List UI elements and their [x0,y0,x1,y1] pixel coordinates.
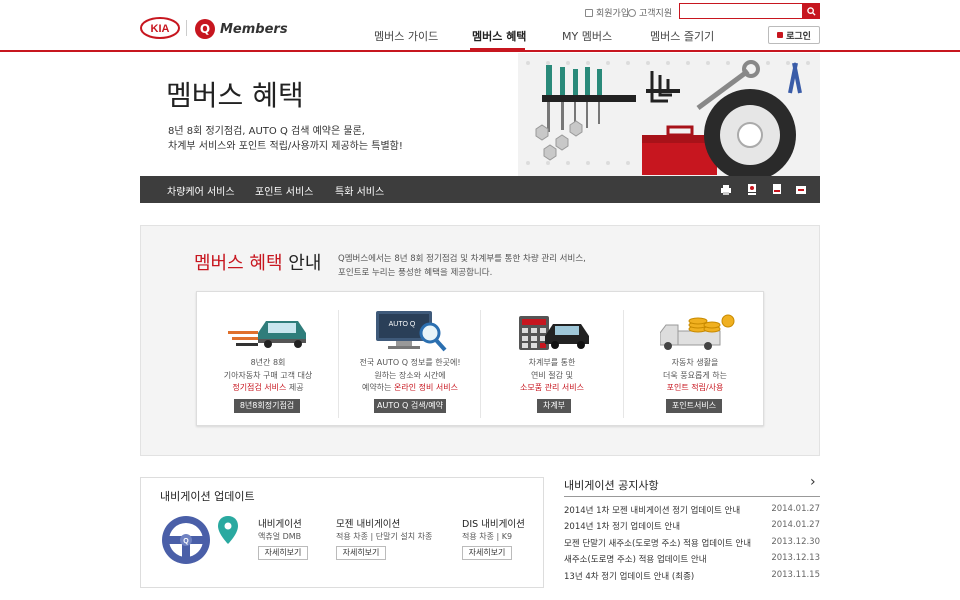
hero-tools-illustration [518,53,820,176]
calculator-car-icon [519,316,589,350]
hero-description-2: 차계부 서비스와 포인트 적립/사용까지 제공하는 특별함! [168,141,403,152]
point-service-button[interactable]: 포인트서비스 [666,399,722,413]
sub-navigation-bar [140,176,820,203]
nav-my-members[interactable]: MY 멤버스 [562,28,612,44]
navi-col-sub-3: 적용 차종 | K9 [462,532,513,541]
truck-coins-icon [660,314,735,350]
q-logo-icon[interactable]: Q [195,19,215,39]
navi-col-title-1: 내비게이션 [258,519,302,530]
support-link[interactable]: 고객지원 [628,6,672,19]
chevron-right-icon[interactable]: › [810,474,816,490]
card-logbook-text: 차계부를 통한 연비 절감 및 소모품 관리 서비스 [520,358,584,392]
nav-active-indicator [470,48,525,52]
navi-col-title-3: DIS 내비게이션 [462,519,525,530]
benefit-guide-desc-2: 포인트로 누리는 풍성한 혜택을 제공합니다. [338,268,493,278]
logo-divider [186,20,187,36]
monitor-search-icon: AUTO Q [376,311,447,352]
benefit-guide-title: 멤버스 혜택 안내 [194,253,322,274]
navi-detail-button-1[interactable]: 자세히보기 [258,546,308,560]
svg-text:AUTO Q: AUTO Q [389,321,416,328]
login-button[interactable]: 로그인 [768,26,820,44]
search-icon [807,6,816,16]
card-inspection-text: 8년간 8회 기아자동차 구매 고객 대상 정기점검 서비스 제공 [223,358,313,392]
navi-col-sub-1: 액츄얼 DMB [258,532,302,541]
document-icon [585,8,593,17]
navigation-notice-title: 내비게이션 공지사항 [564,479,659,492]
benefit-guide-desc-1: Q멤버스에서는 8년 8회 정기점검 및 차계부를 통한 차량 관리 서비스, [338,254,586,264]
svg-text:KIA: KIA [151,23,170,35]
nav-guide[interactable]: 멤버스 가이드 [374,28,438,44]
print-icon[interactable] [720,184,732,196]
card-divider [338,310,339,418]
page-title: 멤버스 혜택 [166,79,304,112]
navigation-update-title: 내비게이션 업데이트 [160,490,255,503]
signup-link[interactable]: 회원가입 [585,6,629,19]
autoq-search-button[interactable]: AUTO Q 검색/예약 [374,399,446,413]
nav-enjoy[interactable]: 멤버스 즐기기 [650,28,714,44]
subnav-special[interactable]: 특화 서비스 [335,183,384,198]
navi-detail-button-3[interactable]: 자세히보기 [462,546,512,560]
card-point-text: 자동차 생활을 더욱 풍요롭게 하는 포인트 적립/사용 [663,358,727,392]
inspection-button[interactable]: 8년8회정기점검 [234,399,300,413]
headset-icon [628,8,636,17]
card-autoq-text: 전국 AUTO Q 정보를 한곳에! 원하는 장소와 시간에 예약하는 온라인 … [359,358,461,392]
car-check-icon [228,321,306,348]
card-divider [480,310,481,418]
hero-description-1: 8년 8회 정기점검, AUTO Q 검색 예약은 물론, [168,126,365,137]
members-logo-text[interactable]: Members [220,22,288,37]
navi-detail-button-2[interactable]: 자세히보기 [336,546,386,560]
navi-col-sub-2: 적용 차종 | 단말기 설치 차종 [336,532,433,541]
kia-logo[interactable]: KIA [140,17,180,39]
nav-benefit[interactable]: 멤버스 혜택 [472,28,526,44]
mail-icon[interactable] [746,183,758,195]
notice-divider [564,496,820,497]
lock-icon [777,32,784,38]
subnav-car-care[interactable]: 차량케어 서비스 [167,183,235,198]
subnav-point[interactable]: 포인트 서비스 [255,183,313,198]
share-icon[interactable] [795,184,807,196]
logbook-button[interactable]: 차계부 [537,399,571,413]
card-divider [623,310,624,418]
navi-col-title-2: 모젠 내비게이션 [336,519,401,530]
search-input[interactable] [679,3,803,19]
search-button[interactable] [803,3,820,19]
svg-text:Q: Q [183,538,189,545]
steering-wheel-icon: Q [162,516,238,564]
bookmark-icon[interactable] [771,183,783,195]
